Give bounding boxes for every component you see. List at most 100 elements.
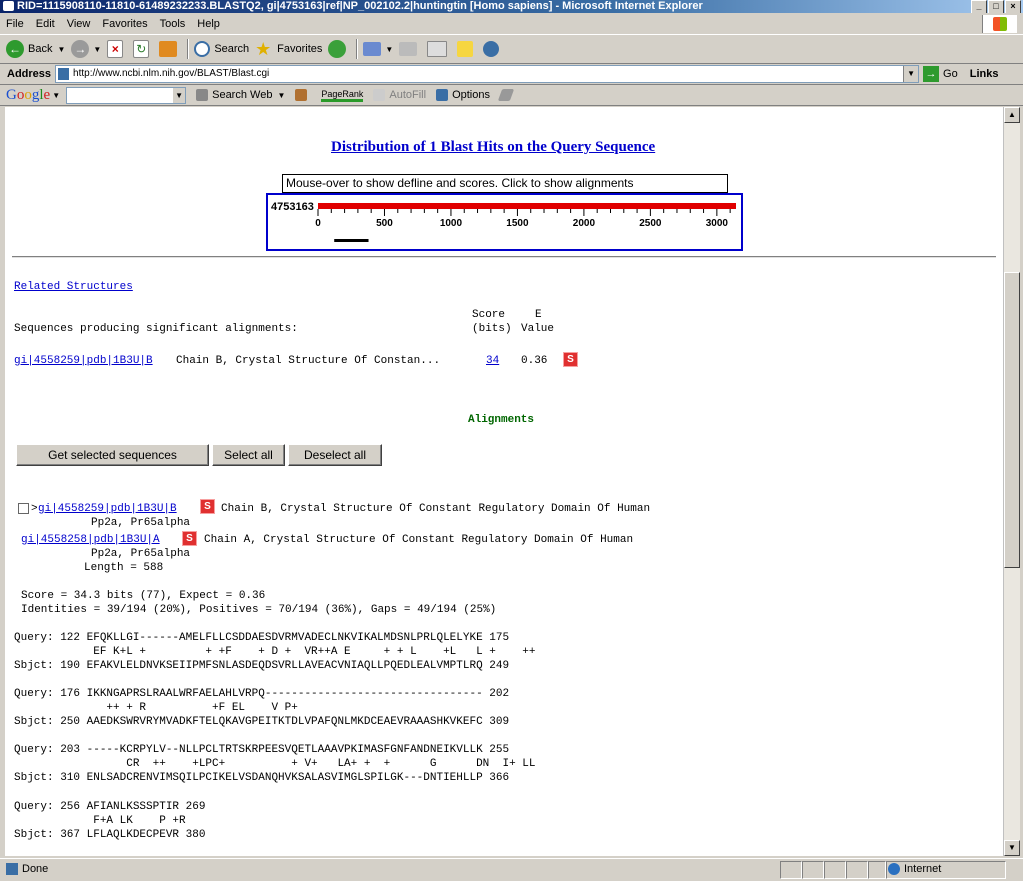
refresh-icon: ↻ [133,40,150,58]
globe-icon [888,863,900,875]
maximize-button[interactable]: □ [988,0,1004,13]
stop-button[interactable]: × [107,40,127,58]
close-button[interactable]: × [1005,0,1021,13]
hit-score-link[interactable]: 34 [486,355,499,367]
autofill-label: AutoFill [389,89,427,101]
page-content: Distribution of 1 Blast Hits on the Quer… [5,107,1003,856]
edit-icon [427,41,448,57]
structure-badge-1[interactable]: S [200,498,215,514]
search-icon [194,41,211,57]
search-button[interactable]: Search [194,41,249,57]
stop-icon: × [107,40,124,58]
scroll-down-arrow-icon[interactable]: ▼ [1004,840,1020,856]
search-web-button[interactable]: Search Web ▼ [196,89,285,101]
menu-help[interactable]: Help [191,14,226,34]
messenger-button[interactable] [483,41,503,57]
menu-favorites[interactable]: Favorites [96,14,153,34]
scale-label: 1000 [440,218,463,229]
block-2-sbjct: Sbjct: 250 AAEDKSWRVRYMVADKFTELQKAVGPEIT… [14,716,510,728]
vertical-scrollbar[interactable]: ▲ ▼ [1003,107,1020,856]
menu-tools[interactable]: Tools [154,14,192,34]
alignment-id2-link[interactable]: gi|4558258|pdb|1B3U|A [21,534,160,546]
distribution-svg[interactable]: 47531630 500 1000 1500 2000 2500 3000 [268,195,741,249]
edit-button[interactable] [427,41,451,57]
google-logo[interactable]: Google [6,87,50,104]
back-button[interactable]: ← Back ▼ [6,40,65,58]
mouseover-info-box: Mouse-over to show defline and scores. C… [282,174,728,193]
google-search-dropdown[interactable]: ▼ [173,87,186,103]
score-header-units: (bits) [472,323,512,335]
ie-icon [3,1,14,11]
alignment-prefix: > [31,503,38,515]
favorites-button[interactable]: ★ Favorites [255,39,322,59]
options-button[interactable]: Options [436,89,490,101]
autofill-button[interactable]: AutoFill [373,89,426,101]
address-input[interactable]: http://www.ncbi.nlm.nih.gov/BLAST/Blast.… [55,65,920,83]
autofill-icon [373,89,386,101]
page-icon [58,68,70,80]
scroll-thumb[interactable] [1004,272,1020,568]
alignment-id1-link[interactable]: gi|4558259|pdb|1B3U|B [38,503,177,515]
print-button[interactable] [399,42,421,56]
evalue-header-value: Value [521,323,555,335]
go-button[interactable]: → Go [923,66,958,82]
status-text: Done [22,863,49,875]
minimize-button[interactable]: _ [971,0,987,13]
structure-badge[interactable]: S [563,351,578,367]
hit-id-link[interactable]: gi|4558259|pdb|1B3U|B [14,355,153,367]
block-4-query: Query: 256 AFIANLKSSSPTIR 269 [14,801,206,813]
block-3-sbjct: Sbjct: 310 ENLSADCRENVIMSQILPCIKELVSDANQ… [14,772,510,784]
mail-icon [363,42,382,56]
deselect-all-button[interactable]: Deselect all [288,444,382,466]
toolbar-separator [187,39,189,59]
highlight-button[interactable] [497,89,516,101]
alignments-heading: Alignments [468,414,535,426]
page-done-icon [6,863,18,875]
block-1-sbjct: Sbjct: 190 EFAKVLELDNVKSEIIPMFSNLASDEQDS… [14,660,510,672]
hit-bar[interactable] [334,239,369,242]
forward-arrow-icon: → [71,40,90,58]
alignment-identities-line: Identities = 39/194 (20%), Positives = 7… [21,604,497,616]
address-bar: Address http://www.ncbi.nlm.nih.gov/BLAS… [0,64,1023,85]
related-structures-link[interactable]: Related Structures [14,281,133,293]
favorites-star-icon: ★ [255,39,272,59]
refresh-button[interactable]: ↻ [133,40,153,58]
menu-view[interactable]: View [61,14,97,34]
block-3-match: CR ++ +LPC+ + V+ LA+ + + G DN I+ LL [14,758,536,770]
google-search-input[interactable]: ▼ [66,86,187,104]
discuss-button[interactable] [457,41,477,57]
menu-bar: File Edit View Favorites Tools Help [0,14,1023,35]
links-button[interactable]: Links [970,68,999,80]
select-hit-checkbox[interactable] [18,503,29,514]
news-icon [295,89,308,101]
distribution-title[interactable]: Distribution of 1 Blast Hits on the Quer… [331,139,655,156]
menu-file[interactable]: File [0,14,30,34]
producing-label: Sequences producing significant alignmen… [14,323,298,335]
select-all-button[interactable]: Select all [212,444,285,466]
scroll-up-arrow-icon[interactable]: ▲ [1004,107,1020,123]
address-label: Address [7,68,52,80]
window-title: RID=1115908110-11810-61489232233.BLASTQ2… [17,0,703,12]
menu-edit[interactable]: Edit [30,14,61,34]
block-3-query: Query: 203 -----KCRPYLV--NLLPCLTRTSKRPEE… [14,744,510,756]
address-dropdown[interactable]: ▼ [903,66,919,82]
alignment-desc1-cont: Pp2a, Pr65alpha [91,517,191,529]
window-controls: _ □ × [971,0,1021,13]
scale-label: 500 [376,218,393,229]
forward-button[interactable]: → ▼ [71,40,101,58]
distribution-graphic[interactable]: 4753163 0 500 1000 1500 2000 2500 3000 [266,193,743,251]
pagerank-indicator[interactable]: PageRank [321,89,364,102]
news-button[interactable] [295,89,311,101]
status-pane [846,861,868,879]
note-icon [457,41,474,57]
get-selected-sequences-button[interactable]: Get selected sequences [16,444,209,466]
status-pane [802,861,824,879]
status-pane [780,861,802,879]
mail-button[interactable]: ▼ [363,42,393,56]
structure-badge-2[interactable]: S [182,530,197,546]
alignment-length: Length = 588 [84,562,164,574]
favorites-label: Favorites [277,43,323,55]
home-button[interactable] [159,41,181,57]
block-4-sbjct: Sbjct: 367 LFLAQLKDECPEVR 380 [14,829,206,841]
history-button[interactable] [328,40,350,58]
